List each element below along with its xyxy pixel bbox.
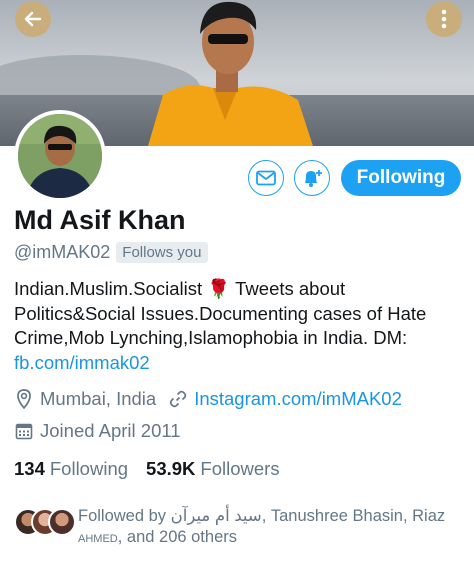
- followed-by-suffix: , and 206 others: [117, 528, 237, 546]
- avatar-photo: [18, 114, 102, 198]
- joined-row: Joined April 2011: [14, 420, 181, 442]
- followed-by-row[interactable]: Followed by سید أم میرآن, Tanushree Bhas…: [14, 506, 448, 550]
- banner-person-photo: [148, 1, 313, 146]
- profile-website-link[interactable]: Instagram.com/imMAK02: [194, 388, 402, 410]
- following-label: Following: [49, 458, 129, 479]
- followers-count: 53.9K: [146, 458, 196, 479]
- envelope-icon: [256, 170, 276, 186]
- bio-link[interactable]: fb.com/immak02: [14, 352, 150, 373]
- followed-by-prefix: Followed by: [78, 507, 171, 525]
- profile-location: Mumbai, India: [40, 388, 157, 409]
- calendar-icon: [14, 421, 34, 441]
- notifications-button[interactable]: [294, 160, 330, 196]
- profile-joined-date: Joined April 2011: [40, 420, 181, 441]
- mutual-name-3: AHMED: [78, 533, 118, 545]
- following-count: 134: [14, 458, 45, 479]
- back-button[interactable]: [15, 1, 51, 37]
- followers-stat[interactable]: 53.9K Followers: [146, 458, 280, 480]
- location-pin-icon: [14, 389, 34, 409]
- bio-text-1: Indian.Muslim.Socialist: [14, 278, 208, 299]
- following-button[interactable]: Following: [341, 160, 461, 196]
- follows-you-badge: Follows you: [116, 242, 208, 263]
- followers-label: Followers: [200, 458, 280, 479]
- profile-handle: @imMAK02: [14, 242, 111, 262]
- bell-plus-icon: [305, 170, 322, 187]
- profile-bio: Indian.Muslim.Socialist 🌹 Tweets about P…: [14, 277, 464, 375]
- profile-avatar[interactable]: [14, 110, 106, 202]
- arrow-left-icon: [24, 11, 42, 27]
- message-button[interactable]: [248, 160, 284, 196]
- follow-stats: 134 Following 53.9K Followers: [14, 458, 280, 480]
- followed-by-text: Followed by سید أم میرآن, Tanushree Bhas…: [78, 506, 448, 550]
- link-icon: [168, 389, 188, 409]
- mutual-followers-avatars: [14, 508, 78, 540]
- mutual-avatar-3: [48, 508, 76, 536]
- profile-name: Md Asif Khan: [14, 205, 186, 235]
- more-options-button[interactable]: [426, 1, 462, 37]
- more-vertical-icon: [441, 9, 447, 29]
- following-stat[interactable]: 134 Following: [14, 458, 128, 480]
- location-website-row: Mumbai, India Instagram.com/imMAK02: [14, 388, 402, 410]
- rose-emoji: 🌹: [207, 278, 231, 299]
- mutual-names-2: , Tanushree Bhasin, Riaz: [261, 507, 446, 525]
- handle-row: @imMAK02 Follows you: [14, 242, 208, 263]
- mutual-name-1: سید أم میرآن: [170, 507, 262, 525]
